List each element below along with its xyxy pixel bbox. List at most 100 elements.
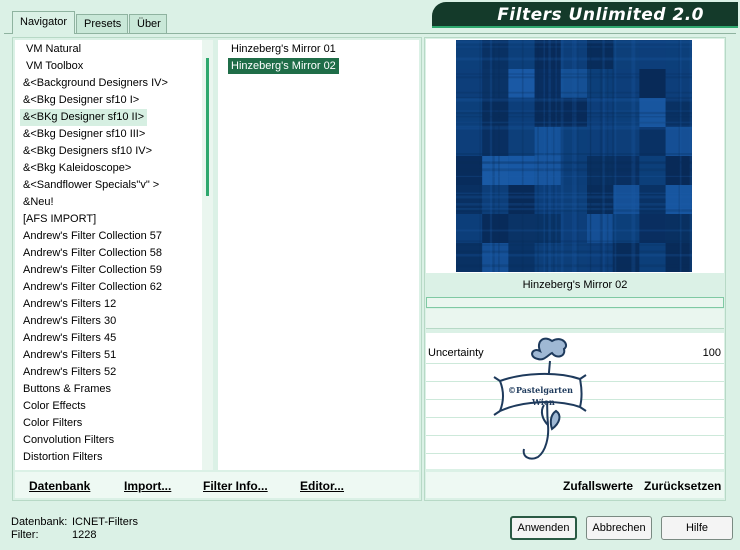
preview-tile bbox=[639, 243, 666, 272]
preview-stripe bbox=[678, 40, 680, 272]
category-item[interactable]: Andrew's Filters 12 bbox=[20, 296, 119, 313]
filter-list[interactable]: Hinzeberg's Mirror 01 Hinzeberg's Mirror… bbox=[218, 40, 419, 470]
category-item[interactable]: Buttons & Frames bbox=[20, 381, 114, 398]
category-item[interactable]: VM Natural bbox=[23, 41, 84, 58]
preview-tile bbox=[639, 40, 666, 69]
category-item[interactable]: Color Filters bbox=[20, 415, 85, 432]
status-database-label: Datenbank: bbox=[11, 516, 68, 528]
category-scrollbar[interactable] bbox=[202, 40, 213, 470]
preview-tile bbox=[482, 69, 509, 98]
preview-tile bbox=[482, 243, 509, 272]
app-title: Filters Unlimited 2.0 bbox=[497, 5, 704, 25]
status-filter-value: 1228 bbox=[72, 529, 97, 541]
reset-link[interactable]: Zurücksetzen bbox=[644, 479, 721, 493]
preview-stripe bbox=[479, 40, 481, 272]
category-item[interactable]: VM Toolbox bbox=[23, 58, 86, 75]
category-item[interactable]: &Neu! bbox=[20, 194, 57, 211]
spacer-strip bbox=[426, 309, 724, 329]
category-item[interactable]: &<Bkg Designers sf10 IV> bbox=[20, 143, 155, 160]
preview-tile bbox=[482, 214, 509, 243]
parameter-area: Uncertainty 100 ©Pastelgarten Wien bbox=[426, 333, 724, 469]
category-item[interactable]: Distortion Filters bbox=[20, 449, 105, 466]
cancel-button[interactable]: Abbrechen bbox=[586, 516, 652, 540]
preview-filter-label: Hinzeberg's Mirror 02 bbox=[522, 279, 628, 291]
preview-tile bbox=[639, 214, 666, 243]
preview-stripe bbox=[600, 40, 604, 272]
category-item[interactable]: Andrew's Filter Collection 62 bbox=[20, 279, 165, 296]
preview-stripe bbox=[489, 40, 493, 272]
preview-stripe bbox=[553, 40, 555, 272]
preview-stripe bbox=[521, 40, 524, 272]
category-item[interactable]: Andrew's Filter Collection 59 bbox=[20, 262, 165, 279]
category-item[interactable]: Color Effects bbox=[20, 398, 89, 415]
preview-tile bbox=[613, 214, 640, 243]
tab-about[interactable]: Über bbox=[129, 14, 167, 33]
title-banner: Filters Unlimited 2.0 bbox=[432, 2, 738, 28]
preview-tile bbox=[508, 69, 535, 98]
preview-tile bbox=[613, 40, 640, 69]
import-link[interactable]: Import... bbox=[124, 479, 171, 493]
category-item[interactable]: &<Background Designers IV> bbox=[20, 75, 171, 92]
watermark-text-2: Wien bbox=[532, 397, 555, 407]
category-item[interactable]: &<Bkg Kaleidoscope> bbox=[20, 160, 134, 177]
preview-stripe bbox=[546, 40, 548, 272]
category-item[interactable]: &<Sandflower Specials"v" > bbox=[20, 177, 162, 194]
category-item[interactable]: Andrew's Filter Collection 58 bbox=[20, 245, 165, 262]
status-filter-label: Filter: bbox=[11, 529, 39, 541]
preview-stripe bbox=[679, 40, 682, 272]
preview-tile bbox=[613, 69, 640, 98]
database-link[interactable]: Datenbank bbox=[29, 479, 90, 493]
tab-presets[interactable]: Presets bbox=[76, 14, 128, 33]
preview-tile bbox=[482, 127, 509, 156]
preview-stripe bbox=[456, 96, 692, 99]
preview-stripe bbox=[614, 40, 617, 272]
preview-stripe bbox=[537, 40, 539, 272]
preview-tile bbox=[508, 40, 535, 69]
tab-navigator[interactable]: Navigator bbox=[12, 11, 75, 34]
preview-stripe bbox=[492, 40, 495, 272]
category-item[interactable]: [AFS IMPORT] bbox=[20, 211, 99, 228]
preview-stripe bbox=[633, 40, 636, 272]
preview-stripe bbox=[689, 40, 692, 272]
preview-tile bbox=[508, 214, 535, 243]
help-button[interactable]: Hilfe bbox=[661, 516, 733, 540]
preview-tile bbox=[639, 127, 666, 156]
category-item[interactable]: Convolution Filters bbox=[20, 432, 117, 449]
preview-stripe bbox=[555, 40, 557, 272]
preview-tile bbox=[456, 69, 483, 98]
param-value[interactable]: 100 bbox=[703, 347, 721, 359]
preview-tile bbox=[456, 40, 483, 69]
apply-button[interactable]: Anwenden bbox=[510, 516, 577, 540]
category-item-selected[interactable]: &<BKg Designer sf10 II> bbox=[20, 109, 148, 126]
progress-bar bbox=[426, 297, 724, 308]
category-list[interactable]: VM Natural VM Toolbox &<Background Designe… bbox=[15, 40, 213, 470]
preview-tile bbox=[639, 69, 666, 98]
category-item[interactable]: &<Bkg Designer sf10 I> bbox=[20, 92, 142, 109]
preview-tile bbox=[456, 243, 483, 272]
preview-tile bbox=[456, 127, 483, 156]
category-scroll-thumb[interactable] bbox=[206, 58, 209, 196]
editor-link[interactable]: Editor... bbox=[300, 479, 344, 493]
category-item[interactable]: Andrew's Filters 52 bbox=[20, 364, 119, 381]
random-values-link[interactable]: Zufallswerte bbox=[563, 479, 633, 493]
filter-info-link[interactable]: Filter Info... bbox=[203, 479, 268, 493]
param-label: Uncertainty bbox=[428, 347, 484, 359]
preview-stripe bbox=[548, 40, 551, 272]
filter-item[interactable]: Hinzeberg's Mirror 01 bbox=[228, 41, 339, 57]
preview-stripe bbox=[456, 116, 692, 118]
preview-stripe bbox=[573, 40, 577, 272]
category-item[interactable]: Andrew's Filter Collection 57 bbox=[20, 228, 165, 245]
category-item[interactable]: &<Bkg Designer sf10 III> bbox=[20, 126, 148, 143]
category-item[interactable]: Andrew's Filters 30 bbox=[20, 313, 119, 330]
status-database-value: ICNET-Filters bbox=[72, 516, 138, 528]
preview-tile bbox=[482, 40, 509, 69]
watermark-text-1: ©Pastelgarten bbox=[508, 385, 573, 395]
category-item[interactable]: Andrew's Filters 45 bbox=[20, 330, 119, 347]
category-item[interactable]: Andrew's Filters 51 bbox=[20, 347, 119, 364]
preview-stripe bbox=[456, 73, 692, 75]
preview-stripe bbox=[572, 40, 574, 272]
preview-stripe bbox=[560, 40, 564, 272]
tab-divider bbox=[4, 33, 736, 34]
preview-tile bbox=[456, 214, 483, 243]
filter-item-selected[interactable]: Hinzeberg's Mirror 02 bbox=[228, 58, 339, 74]
